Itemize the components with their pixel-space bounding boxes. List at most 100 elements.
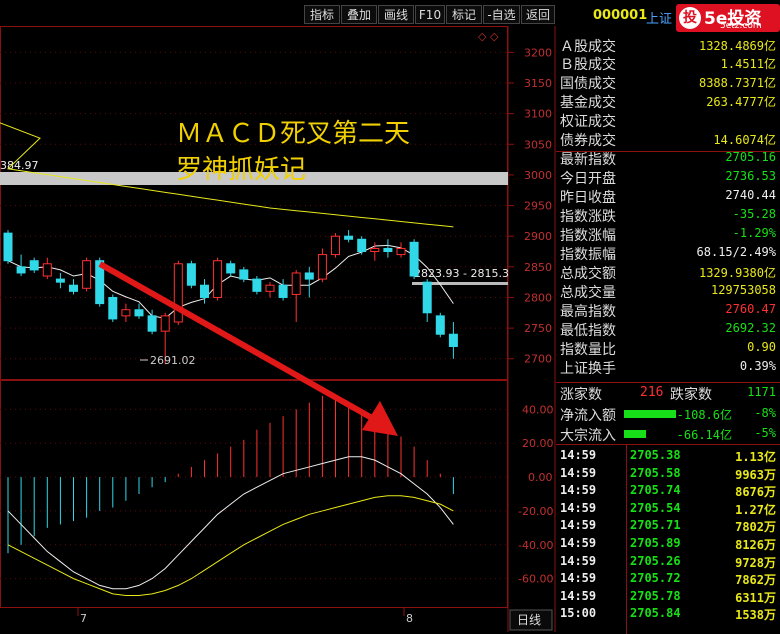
price-tick-label: 2850 <box>524 261 552 274</box>
brand-logo: 投 5e投资 5etz.com <box>676 4 780 32</box>
quote-divider <box>556 151 780 152</box>
logo-url-text: 5etz.com <box>720 21 762 31</box>
candle-body <box>304 272 314 280</box>
candle-body <box>357 238 367 253</box>
candle-body <box>409 241 419 277</box>
candle-body <box>278 284 288 298</box>
candle-body <box>108 296 118 320</box>
f10-button[interactable]: F10 <box>415 5 445 24</box>
candle-body <box>448 333 458 347</box>
candle-body <box>29 260 39 271</box>
candle-body <box>3 232 13 262</box>
quote-row: Ｂ股成交 1.4511亿 <box>558 54 780 73</box>
trade-time: 14:59 <box>560 536 597 550</box>
quote-label: 总成交量 <box>560 285 616 301</box>
watchlist-button[interactable]: -自选 <box>483 5 520 24</box>
macd-axis: 40.00 20.00 0.00 -20.00 -40.00 -60.00 <box>0 403 554 586</box>
trade-volume: 1.13亿 <box>735 450 776 464</box>
trade-time: 14:59 <box>560 571 597 586</box>
candle-body <box>435 315 445 335</box>
quote-value: 1328.4869亿 <box>698 39 776 53</box>
quote-row: 权证成交 <box>558 111 780 130</box>
block-flow-pct: -5% <box>754 426 776 440</box>
trade-price: 2705.78 <box>630 588 681 603</box>
trade-time: 14:59 <box>560 518 597 533</box>
quote-label: 指数量比 <box>560 342 616 358</box>
candle-body <box>265 284 275 292</box>
quote-value: 2740.44 <box>725 188 776 202</box>
candle-body <box>331 235 340 256</box>
macd-tick-label: -40.00 <box>518 539 553 552</box>
quote-label: 国债成交 <box>560 76 616 92</box>
ma5-line <box>7 244 454 319</box>
trade-price: 2705.71 <box>630 518 681 533</box>
candle-body <box>252 278 262 292</box>
trade-time: 14:59 <box>560 553 597 568</box>
candle-body <box>147 315 157 332</box>
quote-label: 指数振幅 <box>560 247 616 263</box>
trade-volume: 7802万 <box>735 520 776 535</box>
down-count-label: 跌家数 <box>670 387 712 403</box>
trade-volume: 1.27亿 <box>735 502 776 517</box>
price-tick-label: 3150 <box>524 77 552 90</box>
macd-tick-label: 20.00 <box>522 437 554 450</box>
candle-body <box>42 263 52 277</box>
quote-label: 最低指数 <box>560 323 616 339</box>
macd-tick-label: -20.00 <box>518 505 553 518</box>
price-tick-label: 2900 <box>524 230 552 243</box>
draw-line-button[interactable]: 画线 <box>378 5 414 24</box>
breadth-row: 涨家数 216 跌家数 1171 <box>558 384 780 403</box>
up-count-label: 涨家数 <box>560 387 602 403</box>
trade-time: 14:59 <box>560 483 597 498</box>
trades-col-divider <box>626 445 627 634</box>
flow-row-net: 净流入额 -108.6亿 -8% <box>558 405 780 424</box>
trade-price: 2705.84 <box>630 606 681 621</box>
candle-body <box>226 263 236 274</box>
net-flow-label: 净流入额 <box>560 408 616 424</box>
logo-glyph: 投 <box>683 10 697 26</box>
quote-label: 指数涨跌 <box>560 209 616 225</box>
candle-body <box>396 247 406 256</box>
trade-price: 2705.54 <box>630 500 681 515</box>
mark-button[interactable]: 标记 <box>446 5 482 24</box>
candle-body <box>134 309 144 317</box>
quote-label: 指数涨幅 <box>560 228 616 244</box>
quote-row: 指数涨跌 -35.28 <box>558 206 780 225</box>
trade-price: 2705.89 <box>630 536 681 550</box>
quote-row: 国债成交 8388.7371亿 <box>558 73 780 92</box>
trade-price: 2705.38 <box>630 448 681 462</box>
quote-label: 最新指数 <box>560 152 616 168</box>
quote-label: 最高指数 <box>560 304 616 320</box>
quote-row: 今日开盘 2736.53 <box>558 168 780 187</box>
quote-value: 14.6074亿 <box>713 133 776 147</box>
candle-body <box>69 284 78 292</box>
corner-icons[interactable]: ◇ ◇ <box>478 30 499 43</box>
quote-value: 2692.32 <box>725 321 776 335</box>
trade-price: 2705.58 <box>630 465 681 480</box>
candle-body <box>200 284 209 298</box>
net-flow-bar <box>624 410 676 418</box>
flow-row-block: 大宗流入 -66.14亿 -5% <box>558 425 780 444</box>
net-flow-pct: -8% <box>754 406 776 420</box>
back-button[interactable]: 返回 <box>521 5 555 24</box>
quote-row: 总成交额 1329.9380亿 <box>558 263 780 282</box>
kline-chart[interactable]: 3200 3150 3100 3050 3000 2950 2900 2850 2800 2750… <box>0 26 556 632</box>
quote-label: Ｂ股成交 <box>560 57 616 73</box>
block-flow-label: 大宗流入 <box>560 428 616 444</box>
candle-body <box>370 247 380 253</box>
quote-row: 债券成交 14.6074亿 <box>558 130 780 149</box>
quote-row: 指数涨幅 -1.29% <box>558 225 780 244</box>
down-count: 1171 <box>747 385 776 399</box>
quote-value: -1.29% <box>732 226 776 240</box>
candle-body <box>160 315 170 332</box>
quote-row: 最高指数 2760.47 <box>558 301 780 320</box>
trades-divider <box>556 444 780 445</box>
trade-row: 15:00 2705.84 1538万 <box>558 605 780 622</box>
price-tick-label: 2700 <box>524 353 552 366</box>
price-tick-label: 3100 <box>524 108 552 121</box>
quote-value: 2705.16 <box>725 150 776 164</box>
indicator-button[interactable]: 指标 <box>304 5 340 24</box>
overlay-button[interactable]: 叠加 <box>341 5 377 24</box>
quote-row: 昨日收盘 2740.44 <box>558 187 780 206</box>
stock-code: 000001 <box>593 8 648 23</box>
